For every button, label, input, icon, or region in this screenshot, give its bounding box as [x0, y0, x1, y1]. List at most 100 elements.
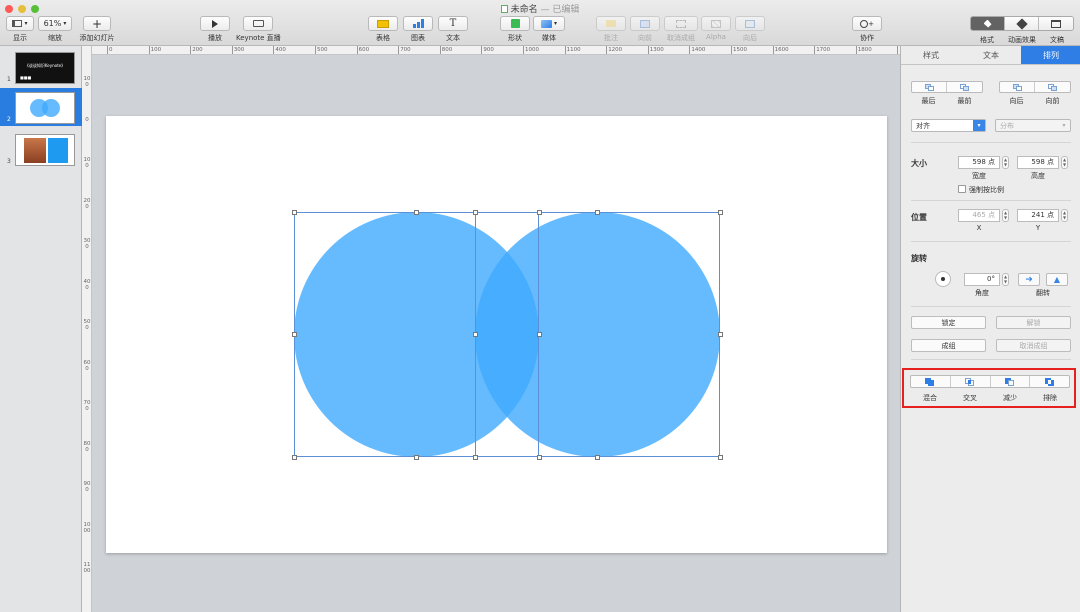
shape-button[interactable] — [500, 16, 530, 31]
bring-forward[interactable]: 向前 — [630, 16, 660, 43]
format-tab-button[interactable] — [971, 17, 1005, 30]
ruler-left-label: 400 — [83, 278, 91, 291]
lock-button[interactable]: 锁定 — [911, 316, 986, 329]
width-stepper[interactable]: ▲ ▼ — [1002, 156, 1009, 169]
slide-thumbnail-3[interactable]: 3 — [0, 130, 82, 168]
resize-handle[interactable] — [291, 454, 297, 460]
keynote-live-button[interactable] — [243, 16, 273, 31]
resize-handle[interactable] — [717, 209, 723, 215]
resize-handle[interactable] — [414, 454, 419, 460]
resize-handle[interactable] — [536, 332, 542, 337]
tab-arrange[interactable]: 排列 — [1021, 46, 1080, 64]
zoom-label: 缩放 — [48, 34, 62, 42]
bring-forward-button[interactable] — [1035, 82, 1070, 92]
comment-button[interactable] — [596, 16, 626, 31]
resize-handle[interactable] — [472, 332, 478, 337]
bring-to-front-button[interactable] — [947, 82, 982, 92]
width-field[interactable]: 598 点 — [958, 156, 1000, 169]
table[interactable]: 表格 — [368, 16, 398, 43]
bring-to-front-icon — [960, 83, 969, 91]
collaborate-button[interactable]: + — [852, 16, 882, 31]
flip-horizontal-button[interactable]: ➜ — [1018, 273, 1040, 286]
resize-handle[interactable] — [414, 209, 419, 215]
unlock-button[interactable]: 解锁 — [996, 316, 1071, 329]
zoom-select[interactable]: 61% ▾ — [38, 16, 72, 31]
resize-handle[interactable] — [595, 209, 600, 215]
resize-handle[interactable] — [291, 332, 297, 337]
ungroup-button[interactable] — [664, 16, 698, 31]
y-label: Y — [1035, 224, 1041, 232]
resize-handle[interactable] — [472, 454, 478, 460]
media-button[interactable]: ▾ — [533, 16, 565, 31]
front-button[interactable] — [630, 16, 660, 31]
chevron-down-icon: ▾ — [63, 20, 67, 27]
slide-navigator: 1 《谈谈知识Keynote》 ■■■ 2 3 — [0, 46, 82, 612]
backward-forward-group — [999, 81, 1071, 93]
resize-handle[interactable] — [595, 454, 600, 460]
resize-handle[interactable] — [536, 209, 542, 215]
height-stepper[interactable]: ▲ ▼ — [1061, 156, 1068, 169]
view-menu[interactable]: ▾ 显示 — [6, 16, 34, 43]
slide-thumbnail-2[interactable]: 2 — [0, 88, 82, 126]
ruler-tick — [439, 46, 441, 54]
play[interactable]: 播放 — [200, 16, 230, 43]
alpha-button[interactable] — [701, 16, 731, 31]
ruler-tick — [647, 46, 649, 54]
collaborate[interactable]: + 协作 — [852, 16, 882, 43]
send-backward[interactable]: 向后 — [735, 16, 765, 43]
add-slide[interactable]: + 添加幻灯片 — [78, 16, 116, 43]
send-backward-button[interactable] — [1000, 82, 1035, 92]
height-field[interactable]: 598 点 — [1017, 156, 1059, 169]
ruler-left-label: 300 — [83, 238, 91, 250]
angle-field[interactable]: 0° — [964, 273, 1000, 286]
animate-tab-button[interactable] — [1005, 17, 1039, 30]
ruler-top-label: 1800 — [857, 47, 872, 53]
x-position-field[interactable]: 465 点 — [958, 209, 1000, 222]
shape[interactable]: 形状 — [500, 16, 530, 43]
flip-vertical-button[interactable]: ▲ — [1046, 273, 1068, 286]
constrain-proportions-checkbox[interactable] — [958, 185, 966, 193]
rotation-dial[interactable] — [935, 271, 951, 287]
x-stepper[interactable]: ▲ ▼ — [1002, 209, 1009, 222]
zoom-menu[interactable]: 61% ▾ 缩放 — [38, 16, 72, 43]
media[interactable]: ▾ 媒体 — [533, 16, 565, 43]
y-stepper[interactable]: ▲ ▼ — [1061, 209, 1068, 222]
document-tab-button[interactable] — [1039, 17, 1073, 30]
keynote-live[interactable]: Keynote 直播 — [236, 16, 281, 43]
send-to-back-button[interactable] — [912, 82, 947, 92]
table-icon — [377, 19, 389, 28]
ungroup-tb[interactable]: 取消成组 — [664, 16, 698, 43]
ruler-left-label: 900 — [83, 481, 91, 493]
back-button[interactable] — [735, 16, 765, 31]
resize-handle[interactable] — [291, 209, 297, 215]
resize-handle[interactable] — [717, 454, 723, 460]
ruler-tick — [772, 46, 774, 54]
ungroup-button[interactable]: 取消成组 — [996, 339, 1071, 352]
play-button[interactable] — [200, 16, 230, 31]
tab-text[interactable]: 文本 — [961, 46, 1021, 64]
comment[interactable]: 批注 — [596, 16, 626, 43]
table-button[interactable] — [368, 16, 398, 31]
angle-stepper[interactable]: ▲ ▼ — [1002, 273, 1009, 286]
resize-handle[interactable] — [717, 332, 723, 337]
group-button[interactable]: 成组 — [911, 339, 986, 352]
arrange-inspector: 样式 文本 排列 最后 最前 向后 向前 对齐 ▾ 分布 ▾ 大小 598 点 … — [900, 46, 1080, 612]
chart[interactable]: 图表 — [403, 16, 433, 43]
text[interactable]: T 文本 — [438, 16, 468, 43]
resize-handle[interactable] — [472, 209, 478, 215]
position-title: 位置 — [911, 213, 927, 222]
view-button[interactable]: ▾ — [6, 16, 34, 31]
text-button[interactable]: T — [438, 16, 468, 31]
chart-button[interactable] — [403, 16, 433, 31]
alpha[interactable]: Alpha — [701, 16, 731, 41]
distribute-select[interactable]: 分布 ▾ — [995, 119, 1071, 132]
slide-thumbnail-1[interactable]: 1 《谈谈知识Keynote》 ■■■ — [0, 48, 82, 86]
align-select[interactable]: 对齐 ▾ — [911, 119, 986, 132]
resize-handle[interactable] — [536, 454, 542, 460]
y-position-field[interactable]: 241 点 — [1017, 209, 1059, 222]
divider — [911, 200, 1071, 201]
text-t-icon: T — [449, 18, 457, 29]
tab-style[interactable]: 样式 — [901, 46, 961, 64]
add-slide-button[interactable]: + — [83, 16, 111, 31]
ruler-top-label: 500 — [317, 47, 328, 53]
